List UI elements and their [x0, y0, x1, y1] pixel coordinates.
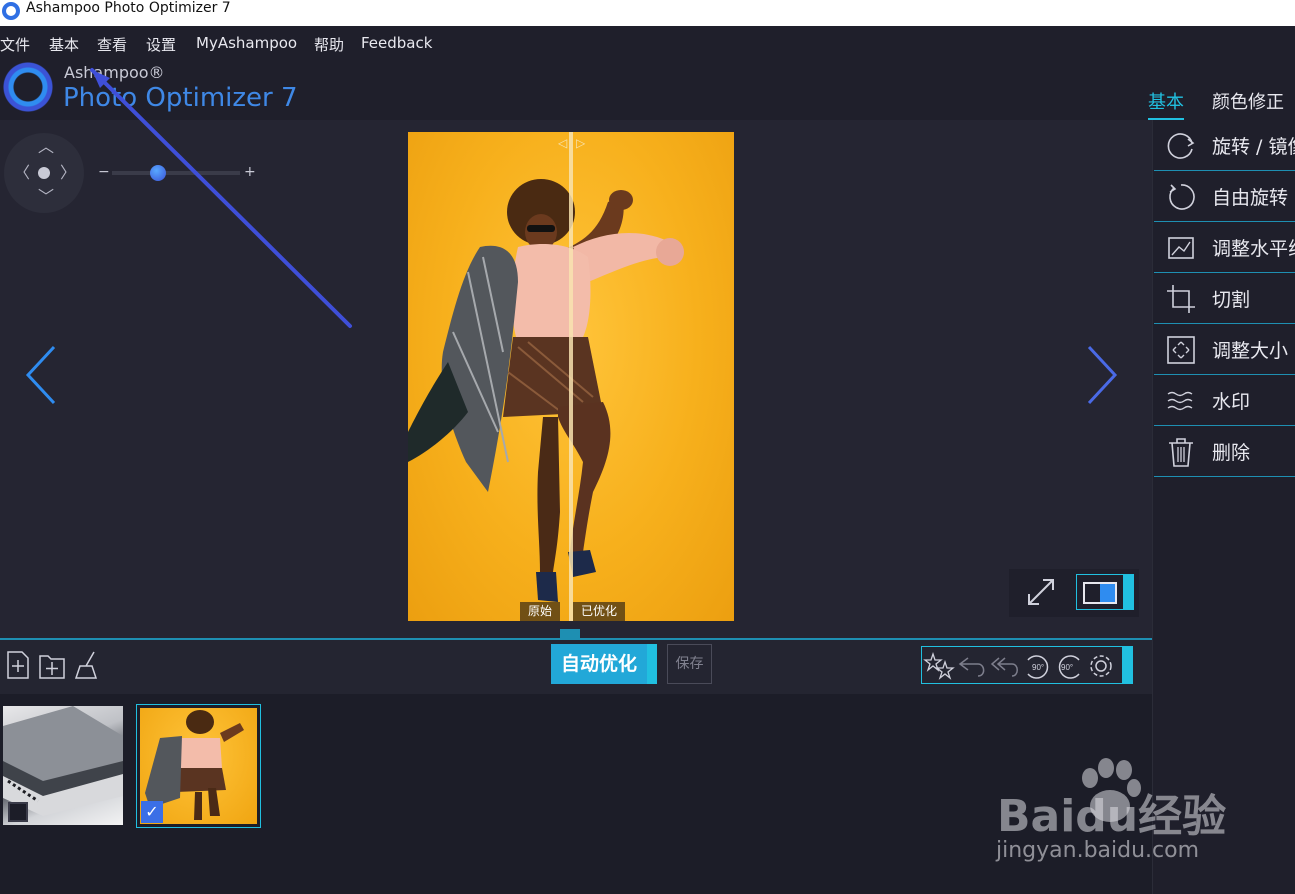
- app-icon: [2, 2, 20, 20]
- crop-icon: [1167, 285, 1195, 313]
- tab-color-correction[interactable]: 颜色修正: [1212, 88, 1284, 114]
- side-item-free-rotate[interactable]: 自由旋转: [1154, 171, 1295, 222]
- pan-center-icon[interactable]: [38, 167, 50, 179]
- svg-text:90°: 90°: [1061, 663, 1073, 672]
- side-item-label: 切割: [1212, 289, 1251, 311]
- compare-view-button[interactable]: [1076, 574, 1124, 610]
- menu-view[interactable]: 查看: [97, 34, 127, 55]
- original-label: 原始: [520, 602, 561, 621]
- pan-left-icon[interactable]: 〈: [14, 165, 30, 181]
- side-item-label: 调整水平线: [1212, 238, 1295, 260]
- split-left-handle-icon[interactable]: ◁: [558, 136, 567, 150]
- zoom-in-icon[interactable]: +: [244, 164, 256, 180]
- tab-basic[interactable]: 基本: [1148, 88, 1184, 120]
- menu-help[interactable]: 帮助: [314, 34, 344, 55]
- pan-right-icon[interactable]: 〉: [60, 165, 76, 181]
- rotate-left-90-icon[interactable]: 90°: [1022, 652, 1052, 680]
- auto-optimize-dropdown[interactable]: [647, 644, 657, 684]
- thumbnail-checkbox-checked[interactable]: ✓: [141, 801, 163, 823]
- add-folder-icon[interactable]: [38, 650, 66, 680]
- pan-up-icon[interactable]: ︿: [38, 139, 54, 155]
- zoom-slider-track[interactable]: [112, 171, 240, 175]
- straighten-icon: [1168, 237, 1194, 259]
- logo-product: Photo Optimizer 7: [63, 83, 298, 113]
- pan-navigator[interactable]: ︿ ﹀ 〈 〉: [4, 133, 84, 213]
- side-item-label: 自由旋转: [1212, 187, 1289, 209]
- side-item-crop[interactable]: 切割: [1154, 273, 1295, 324]
- previous-image-icon[interactable]: [24, 345, 60, 405]
- add-file-icon[interactable]: [4, 650, 32, 680]
- fullscreen-icon[interactable]: [1026, 577, 1056, 607]
- split-right-handle-icon[interactable]: ▷: [576, 136, 585, 150]
- actions-dropdown[interactable]: [1122, 646, 1132, 684]
- optimized-label: 已优化: [573, 602, 626, 621]
- menu-file[interactable]: 文件: [0, 34, 30, 55]
- menu-basic[interactable]: 基本: [49, 34, 79, 55]
- undo-icon[interactable]: [958, 652, 988, 680]
- logo-ring-icon: [2, 61, 54, 113]
- thumbnail-checkbox[interactable]: [8, 802, 28, 822]
- side-item-straighten[interactable]: 调整水平线: [1154, 222, 1295, 273]
- menu-feedback[interactable]: Feedback: [361, 34, 432, 52]
- window-titlebar: Ashampoo Photo Optimizer 7: [0, 0, 1295, 26]
- menubar: 文件 基本 查看 设置 MyAshampoo 帮助 Feedback: [0, 26, 1295, 60]
- rate-stars-icon[interactable]: [923, 651, 955, 680]
- side-item-label: 旋转 / 镜像: [1212, 136, 1295, 158]
- resize-icon: [1167, 336, 1195, 364]
- compare-split-line[interactable]: [569, 132, 573, 621]
- window-title: Ashampoo Photo Optimizer 7: [26, 0, 231, 16]
- baidu-watermark-text: Baidu经验: [997, 791, 1227, 842]
- split-view-icon: [1083, 582, 1117, 604]
- side-item-rotate-mirror[interactable]: 旋转 / 镜像: [1154, 120, 1295, 171]
- side-item-label: 调整大小: [1212, 340, 1289, 362]
- undo-all-icon[interactable]: [990, 652, 1020, 680]
- zoom-slider-thumb[interactable]: [150, 165, 166, 181]
- main-photo[interactable]: ◁ ▷ 原始 已优化: [408, 132, 734, 621]
- settings-gear-icon[interactable]: [1087, 652, 1117, 680]
- side-item-watermark[interactable]: 水印: [1154, 375, 1295, 426]
- watermark-icon: [1167, 391, 1193, 411]
- next-image-icon[interactable]: [1083, 345, 1119, 405]
- side-item-resize[interactable]: 调整大小: [1154, 324, 1295, 375]
- thumbnail-notebooks[interactable]: [3, 706, 123, 825]
- side-item-label: 删除: [1212, 442, 1251, 464]
- pan-down-icon[interactable]: ﹀: [38, 189, 54, 205]
- rotate-mirror-icon: [1167, 133, 1195, 159]
- trash-icon: [1169, 438, 1193, 467]
- menu-settings[interactable]: 设置: [146, 34, 176, 55]
- zoom-out-icon[interactable]: −: [98, 164, 110, 180]
- rotate-right-90-icon[interactable]: 90°: [1055, 652, 1085, 680]
- side-item-label: 水印: [1212, 391, 1251, 413]
- collapse-filmstrip-icon[interactable]: [560, 629, 580, 639]
- thumbnail-dancer[interactable]: ✓: [136, 704, 261, 828]
- compare-view-dropdown[interactable]: [1124, 574, 1134, 610]
- side-item-delete[interactable]: 删除: [1154, 426, 1295, 477]
- svg-text:90°: 90°: [1032, 663, 1044, 672]
- menu-myashampoo[interactable]: MyAshampoo: [196, 34, 297, 52]
- auto-optimize-button[interactable]: 自动优化: [551, 644, 647, 684]
- clear-list-icon[interactable]: [74, 650, 102, 680]
- baidu-watermark-url: jingyan.baidu.com: [996, 838, 1200, 863]
- save-button[interactable]: 保存: [667, 644, 712, 684]
- free-rotate-icon: [1169, 184, 1195, 210]
- logo-brand: Ashampoo®: [64, 63, 165, 82]
